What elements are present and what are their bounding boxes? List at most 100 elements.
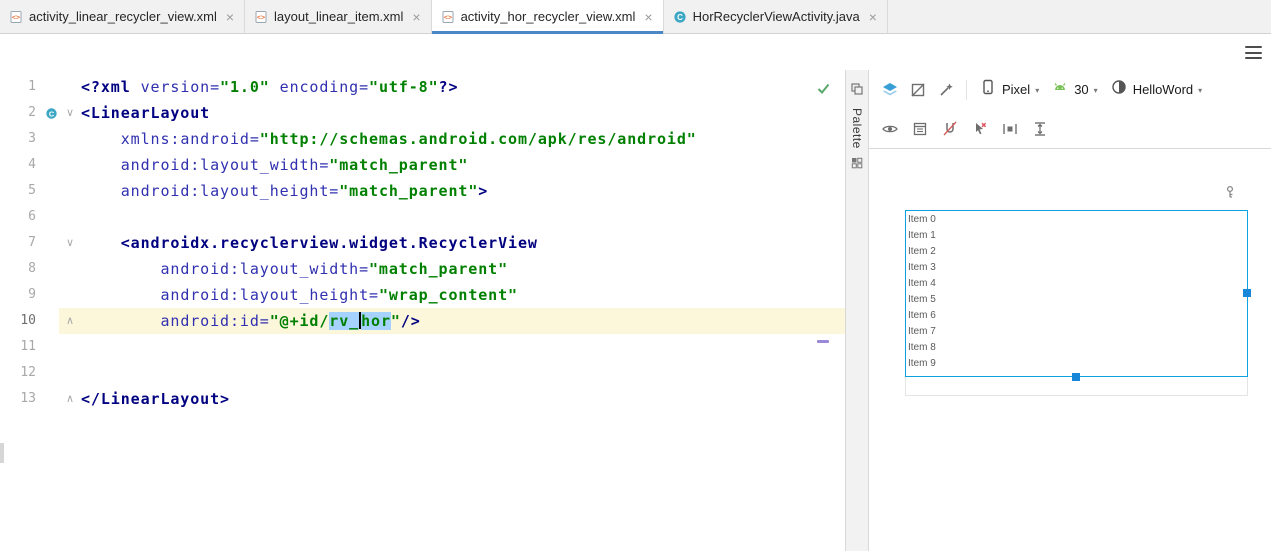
editor-tab[interactable]: <> layout_linear_item.xml ×: [245, 0, 432, 33]
xml-file-icon: <>: [9, 10, 23, 24]
code-token: "http://schemas.android.com/apk/res/andr…: [259, 130, 697, 148]
pack-horizontal-icon[interactable]: [997, 116, 1023, 142]
fold-gutter: [59, 126, 81, 152]
code-text[interactable]: [81, 334, 845, 360]
close-tab-icon[interactable]: ×: [644, 10, 652, 24]
code-line[interactable]: 9 android:layout_height="wrap_content": [0, 282, 845, 308]
scrollbar-caret-mark: [817, 340, 829, 343]
inspections-ok-icon[interactable]: [816, 81, 831, 101]
fold-up-icon[interactable]: ∧: [59, 386, 81, 412]
design-surface-icon[interactable]: [877, 77, 903, 103]
svg-text:<>: <>: [257, 13, 265, 21]
code-token: "match_parent": [369, 260, 509, 278]
editor-tab[interactable]: C HorRecyclerViewActivity.java ×: [663, 0, 888, 33]
code-line[interactable]: 10 ∧ android:id="@+id/rv_ hor"/>: [0, 308, 845, 334]
clear-constraints-icon[interactable]: [967, 116, 993, 142]
editor-tab[interactable]: <> activity_linear_recycler_view.xml ×: [0, 0, 246, 33]
code-token: "@+id/: [269, 312, 330, 330]
theme-label: HelloWord: [1132, 82, 1194, 97]
code-line[interactable]: 1 <?xml version="1.0" encoding="utf-8"?>: [0, 74, 845, 100]
gutter-cell: [43, 230, 59, 256]
line-number: 6: [28, 209, 36, 224]
render-options-icon[interactable]: [933, 77, 959, 103]
expand-vertical-icon[interactable]: [1027, 116, 1053, 142]
chevron-down-icon: ▾: [1093, 85, 1098, 95]
line-number: 9: [28, 287, 36, 302]
blueprint-off-icon[interactable]: [905, 77, 931, 103]
code-token: android:id=: [160, 312, 270, 330]
gutter-cell: [43, 74, 59, 100]
code-text[interactable]: xmlns:android="http://schemas.android.co…: [81, 126, 845, 152]
design-toolbar-row2: [869, 109, 1271, 149]
fold-down-icon[interactable]: ∨: [59, 230, 81, 256]
code-line[interactable]: 5 android:layout_height="match_parent">: [0, 178, 845, 204]
selection-outline[interactable]: [905, 210, 1248, 377]
key-icon[interactable]: [1223, 185, 1237, 204]
code-line[interactable]: 2 C ∨ <LinearLayout: [0, 100, 845, 126]
code-text[interactable]: android:layout_width="match_parent": [81, 256, 845, 282]
code-text[interactable]: <?xml version="1.0" encoding="utf-8"?>: [81, 74, 845, 100]
code-text[interactable]: [81, 204, 845, 230]
autoconnect-off-icon[interactable]: [937, 116, 963, 142]
fold-gutter: [59, 74, 81, 100]
code-text[interactable]: [81, 360, 845, 386]
toolbar-separator: [966, 79, 967, 100]
code-line[interactable]: 3 xmlns:android="http://schemas.android.…: [0, 126, 845, 152]
code-text[interactable]: <LinearLayout: [81, 100, 845, 126]
system-ui-icon[interactable]: [907, 116, 933, 142]
code-text[interactable]: android:layout_height="wrap_content": [81, 282, 845, 308]
phone-icon: [979, 78, 997, 101]
close-tab-icon[interactable]: ×: [226, 10, 234, 24]
code-token: "wrap_content": [378, 286, 518, 304]
editor-tab[interactable]: <> activity_hor_recycler_view.xml ×: [431, 0, 664, 34]
code-token: <androidx.recyclerview.widget.RecyclerVi…: [120, 234, 538, 252]
code-token: <?xml: [81, 78, 141, 96]
view-options-icon[interactable]: [877, 116, 903, 142]
gutter-cell: [43, 308, 59, 334]
api-version-selector[interactable]: 30 ▾: [1046, 77, 1102, 103]
close-tab-icon[interactable]: ×: [869, 10, 877, 24]
code-text[interactable]: android:layout_height="match_parent">: [81, 178, 845, 204]
code-line[interactable]: 7 ∨ <androidx.recyclerview.widget.Recycle…: [0, 230, 845, 256]
chevron-down-icon: ▾: [1035, 85, 1040, 95]
code-text[interactable]: <androidx.recyclerview.widget.RecyclerVi…: [81, 230, 845, 256]
palette-tool-tab[interactable]: Palette: [845, 70, 869, 551]
code-line[interactable]: 13 ∧ </LinearLayout>: [0, 386, 845, 412]
fold-gutter: [59, 360, 81, 386]
code-token: version=: [140, 78, 221, 96]
fold-down-icon[interactable]: ∨: [59, 100, 81, 126]
device-selector[interactable]: Pixel ▾: [974, 77, 1044, 103]
resize-handle-bottom[interactable]: [1072, 373, 1080, 381]
fold-gutter: [59, 282, 81, 308]
resize-handle-right[interactable]: [1243, 289, 1251, 297]
code-text[interactable]: android:id="@+id/rv_ hor"/>: [81, 308, 845, 334]
line-number: 12: [20, 365, 36, 380]
close-tab-icon[interactable]: ×: [412, 10, 420, 24]
code-line[interactable]: 11: [0, 334, 845, 360]
line-number: 2: [28, 105, 36, 120]
theme-selector[interactable]: HelloWord ▾: [1105, 77, 1207, 103]
hamburger-menu-icon[interactable]: [1245, 46, 1262, 59]
code-token: android:layout_width=: [160, 260, 369, 278]
code-text[interactable]: android:layout_width="match_parent": [81, 152, 845, 178]
code-line[interactable]: 4 android:layout_width="match_parent": [0, 152, 845, 178]
code-token: hor: [361, 312, 391, 330]
code-line[interactable]: 12: [0, 360, 845, 386]
code-token: android:layout_height=: [160, 286, 379, 304]
tool-window-stripe[interactable]: [0, 443, 4, 463]
xml-file-icon: <>: [441, 10, 455, 24]
fold-up-icon[interactable]: ∧: [59, 308, 81, 334]
palette-tab-label[interactable]: Palette: [850, 108, 864, 149]
code-text[interactable]: </LinearLayout>: [81, 386, 845, 412]
fold-gutter: [59, 334, 81, 360]
code-editor[interactable]: 1 <?xml version="1.0" encoding="utf-8"?> 2…: [0, 70, 845, 551]
code-line[interactable]: 6: [0, 204, 845, 230]
gutter-cell: [43, 360, 59, 386]
line-number: 3: [28, 131, 36, 146]
code-line[interactable]: 8 android:layout_width="match_parent": [0, 256, 845, 282]
